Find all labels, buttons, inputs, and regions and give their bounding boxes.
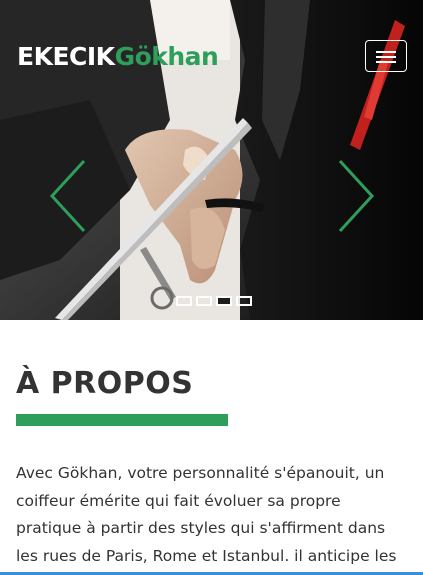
hero-carousel: EKECIKGökhan — [0, 0, 423, 320]
hamburger-menu-icon — [376, 51, 396, 53]
hamburger-menu-icon-bar — [376, 56, 396, 58]
chevron-left-icon[interactable] — [48, 158, 88, 234]
carousel-indicators — [176, 296, 252, 306]
about-title: À PROPOS — [16, 366, 194, 401]
about-section: À PROPOS Avec Gökhan, votre personnalité… — [0, 320, 423, 575]
hamburger-menu-icon-bar — [376, 61, 396, 63]
site-logo[interactable]: EKECIKGökhan — [17, 40, 219, 74]
title-underline — [16, 414, 228, 426]
menu-toggle-button[interactable] — [365, 40, 407, 72]
logo-text-part-2: Gökhan — [114, 42, 219, 71]
chevron-right-icon[interactable] — [336, 158, 376, 234]
carousel-indicator-4[interactable] — [236, 296, 252, 306]
logo-text-part-1: EKECIK — [17, 42, 115, 71]
carousel-indicator-1[interactable] — [176, 296, 192, 306]
carousel-indicator-3[interactable] — [216, 296, 232, 306]
carousel-indicator-2[interactable] — [196, 296, 212, 306]
page: EKECIKGökhan À PROPOS Avec Gökhan, votre… — [0, 0, 423, 575]
about-paragraph: Avec Gökhan, votre personnalité s'épanou… — [16, 464, 397, 575]
